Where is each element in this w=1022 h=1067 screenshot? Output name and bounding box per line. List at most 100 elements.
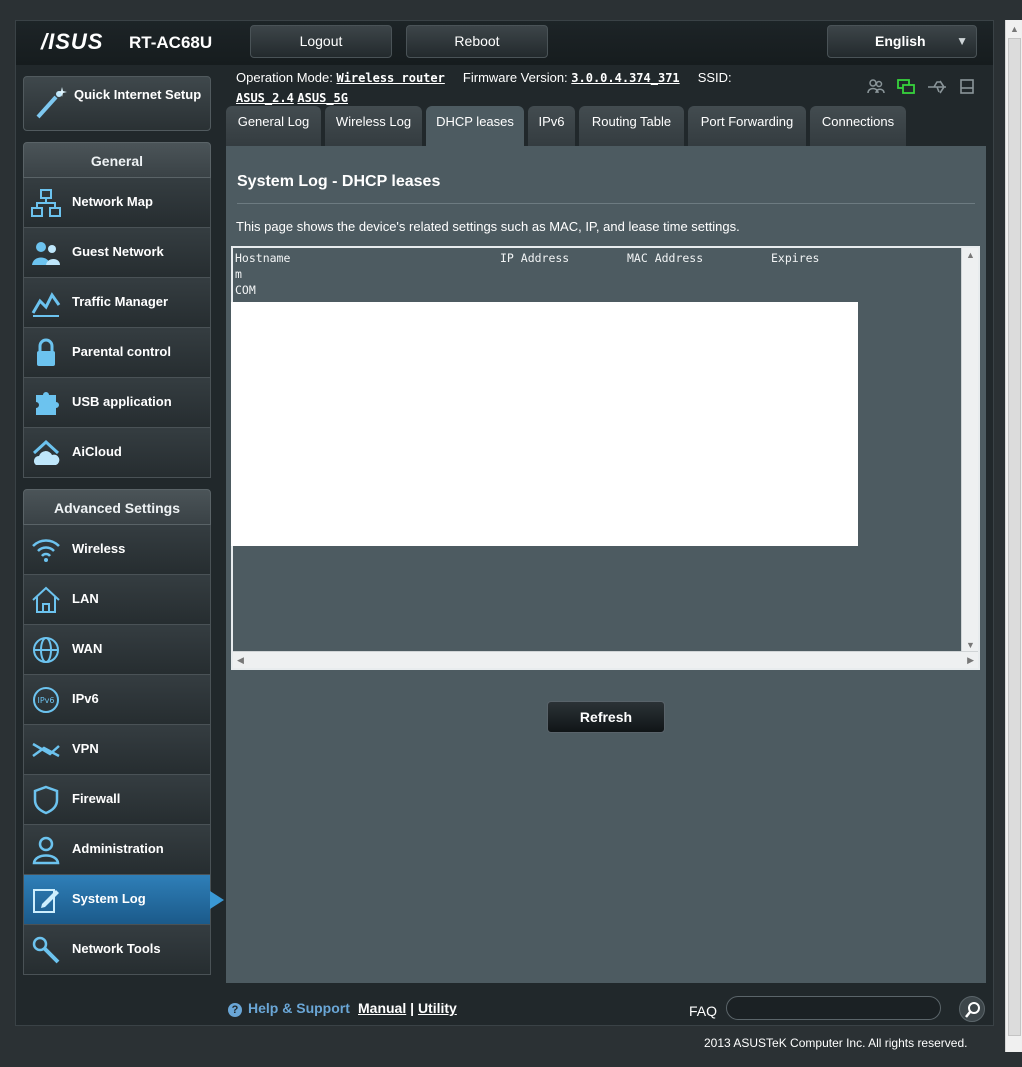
- sidebar-item-network-map[interactable]: Network Map: [23, 178, 211, 228]
- lock-icon: [37, 338, 55, 366]
- sidebar-item-administration[interactable]: Administration: [23, 825, 211, 875]
- tab-connections[interactable]: Connections: [810, 106, 906, 146]
- title-divider: [237, 203, 975, 204]
- brand-logo: /ISUS: [41, 29, 104, 54]
- sidebar-item-label: USB application: [72, 394, 172, 409]
- footer: ? Help & Support Manual | Utility FAQ: [226, 995, 986, 1025]
- content-panel: System Log - DHCP leases This page shows…: [226, 146, 986, 983]
- sidebar-item-label: Wireless: [72, 541, 126, 556]
- search-icon: [965, 1002, 980, 1018]
- page-title: System Log - DHCP leases: [237, 173, 441, 190]
- sidebar-item-label: Administration: [72, 841, 164, 856]
- sidebar-item-label: Firewall: [72, 791, 121, 806]
- tab-dhcp-leases[interactable]: DHCP leases: [426, 106, 524, 146]
- faq-search-input[interactable]: [726, 996, 941, 1020]
- operation-mode-label: Operation Mode:: [236, 70, 333, 85]
- quick-setup-label: Quick Internet Setup: [74, 87, 202, 102]
- ssid-5g-link[interactable]: ASUS_5G: [297, 91, 348, 105]
- usb-icon[interactable]: [926, 77, 948, 97]
- tab-ipv6[interactable]: IPv6: [528, 106, 575, 146]
- scroll-right-arrow-icon[interactable]: ▶: [967, 655, 974, 666]
- top-bar: /ISUS RT-AC68U Logout Reboot English ▼: [16, 21, 993, 65]
- tab-general-log[interactable]: General Log: [226, 106, 321, 146]
- log-vertical-scrollbar[interactable]: ▲ ▼: [961, 248, 978, 652]
- sidebar-item-network-tools[interactable]: Network Tools: [23, 925, 211, 975]
- dhcp-leases-log[interactable]: Hostname IP Address MAC Address Expires …: [231, 246, 980, 670]
- column-header-mac: MAC Address: [627, 251, 704, 265]
- manual-link[interactable]: Manual: [358, 1000, 406, 1016]
- sidebar-item-label: Network Map: [72, 194, 153, 209]
- sidebar-item-firewall[interactable]: Firewall: [23, 775, 211, 825]
- tab-routing-table[interactable]: Routing Table: [579, 106, 684, 146]
- column-header-hostname: Hostname: [235, 251, 291, 265]
- chevron-down-icon: ▼: [956, 34, 968, 48]
- clients-icon[interactable]: [866, 77, 886, 97]
- tab-wireless-log[interactable]: Wireless Log: [325, 106, 422, 146]
- log-horizontal-scrollbar[interactable]: ◀ ▶: [233, 651, 978, 668]
- scroll-up-arrow-icon[interactable]: ▲: [966, 250, 975, 260]
- network-map-icon: [31, 189, 61, 217]
- sidebar-item-traffic-manager[interactable]: Traffic Manager: [23, 278, 211, 328]
- sidebar-item-label: AiCloud: [72, 444, 122, 459]
- home-icon: [32, 586, 60, 613]
- help-icon: ?: [228, 1003, 242, 1017]
- sidebar-item-label: System Log: [72, 891, 146, 906]
- vpn-icon: [32, 742, 60, 758]
- internet-status-icon[interactable]: [896, 77, 916, 97]
- browser-top-strip: [0, 0, 1022, 20]
- sidebar-item-system-log[interactable]: System Log: [23, 875, 224, 925]
- page-scroll-up-icon[interactable]: ▲: [1010, 24, 1019, 34]
- general-heading: General: [23, 142, 211, 178]
- sidebar-item-usb-application[interactable]: USB application: [23, 378, 211, 428]
- utility-link[interactable]: Utility: [418, 1000, 457, 1016]
- sidebar-item-parental-control[interactable]: Parental control: [23, 328, 211, 378]
- general-nav: General Network Map Guest Network Traffi…: [23, 142, 211, 478]
- ssid-2g-link[interactable]: ASUS_2.4: [236, 91, 294, 105]
- scroll-left-arrow-icon[interactable]: ◀: [237, 655, 244, 666]
- help-label: Help & Support: [248, 1000, 350, 1016]
- page-scroll-thumb[interactable]: [1008, 38, 1021, 1036]
- router-admin-frame: /ISUS RT-AC68U Logout Reboot English ▼ Q…: [15, 20, 994, 1026]
- page-scrollbar[interactable]: ▲: [1005, 20, 1022, 1052]
- model-name: RT-AC68U: [129, 33, 213, 52]
- help-support-link[interactable]: ? Help & Support: [228, 1000, 350, 1017]
- sidebar-item-lan[interactable]: LAN: [23, 575, 211, 625]
- page-description: This page shows the device's related set…: [236, 219, 740, 234]
- language-select[interactable]: English ▼: [827, 25, 977, 58]
- sidebar-item-label: Parental control: [72, 344, 171, 359]
- sidebar-item-label: Network Tools: [72, 941, 161, 956]
- refresh-button[interactable]: Refresh: [547, 701, 665, 733]
- sidebar-item-ipv6[interactable]: IPv6 IPv6: [23, 675, 211, 725]
- firmware-link[interactable]: 3.0.0.4.374_371: [571, 71, 679, 85]
- printer-icon[interactable]: [958, 77, 976, 97]
- column-header-ip: IP Address: [500, 251, 570, 265]
- sidebar-item-wireless[interactable]: Wireless: [23, 525, 211, 575]
- faq-label: FAQ: [689, 1003, 718, 1019]
- traffic-manager-icon: [31, 292, 61, 317]
- sidebar-item-guest-network[interactable]: Guest Network: [23, 228, 211, 278]
- svg-text:IPv6: IPv6: [37, 696, 54, 705]
- sidebar-item-vpn[interactable]: VPN: [23, 725, 211, 775]
- user-icon: [32, 836, 60, 865]
- faq-search-button[interactable]: [959, 996, 985, 1022]
- sidebar-item-aicloud[interactable]: AiCloud: [23, 428, 211, 478]
- footer-links: Manual | Utility: [358, 1000, 457, 1016]
- copyright-text: 2013 ASUSTeK Computer Inc. All rights re…: [704, 1036, 968, 1050]
- sidebar-item-wan[interactable]: WAN: [23, 625, 211, 675]
- advanced-heading: Advanced Settings: [23, 489, 211, 525]
- magic-wand-icon: [36, 87, 67, 119]
- scroll-down-arrow-icon[interactable]: ▼: [966, 640, 975, 650]
- ipv6-icon: IPv6: [33, 687, 59, 713]
- logout-button[interactable]: Logout: [250, 25, 392, 58]
- language-value: English: [875, 33, 926, 49]
- tab-port-forwarding[interactable]: Port Forwarding: [688, 106, 806, 146]
- reboot-button[interactable]: Reboot: [406, 25, 548, 58]
- sidebar-item-label: LAN: [72, 591, 99, 606]
- sidebar-item-label: WAN: [72, 641, 103, 656]
- guest-network-icon: [32, 242, 60, 265]
- quick-internet-setup-button[interactable]: Quick Internet Setup: [23, 76, 211, 131]
- operation-mode-link[interactable]: Wireless router: [336, 71, 444, 85]
- wifi-icon: [32, 539, 60, 562]
- status-info: Operation Mode: Wireless router Firmware…: [236, 68, 796, 108]
- status-icons: [866, 77, 976, 97]
